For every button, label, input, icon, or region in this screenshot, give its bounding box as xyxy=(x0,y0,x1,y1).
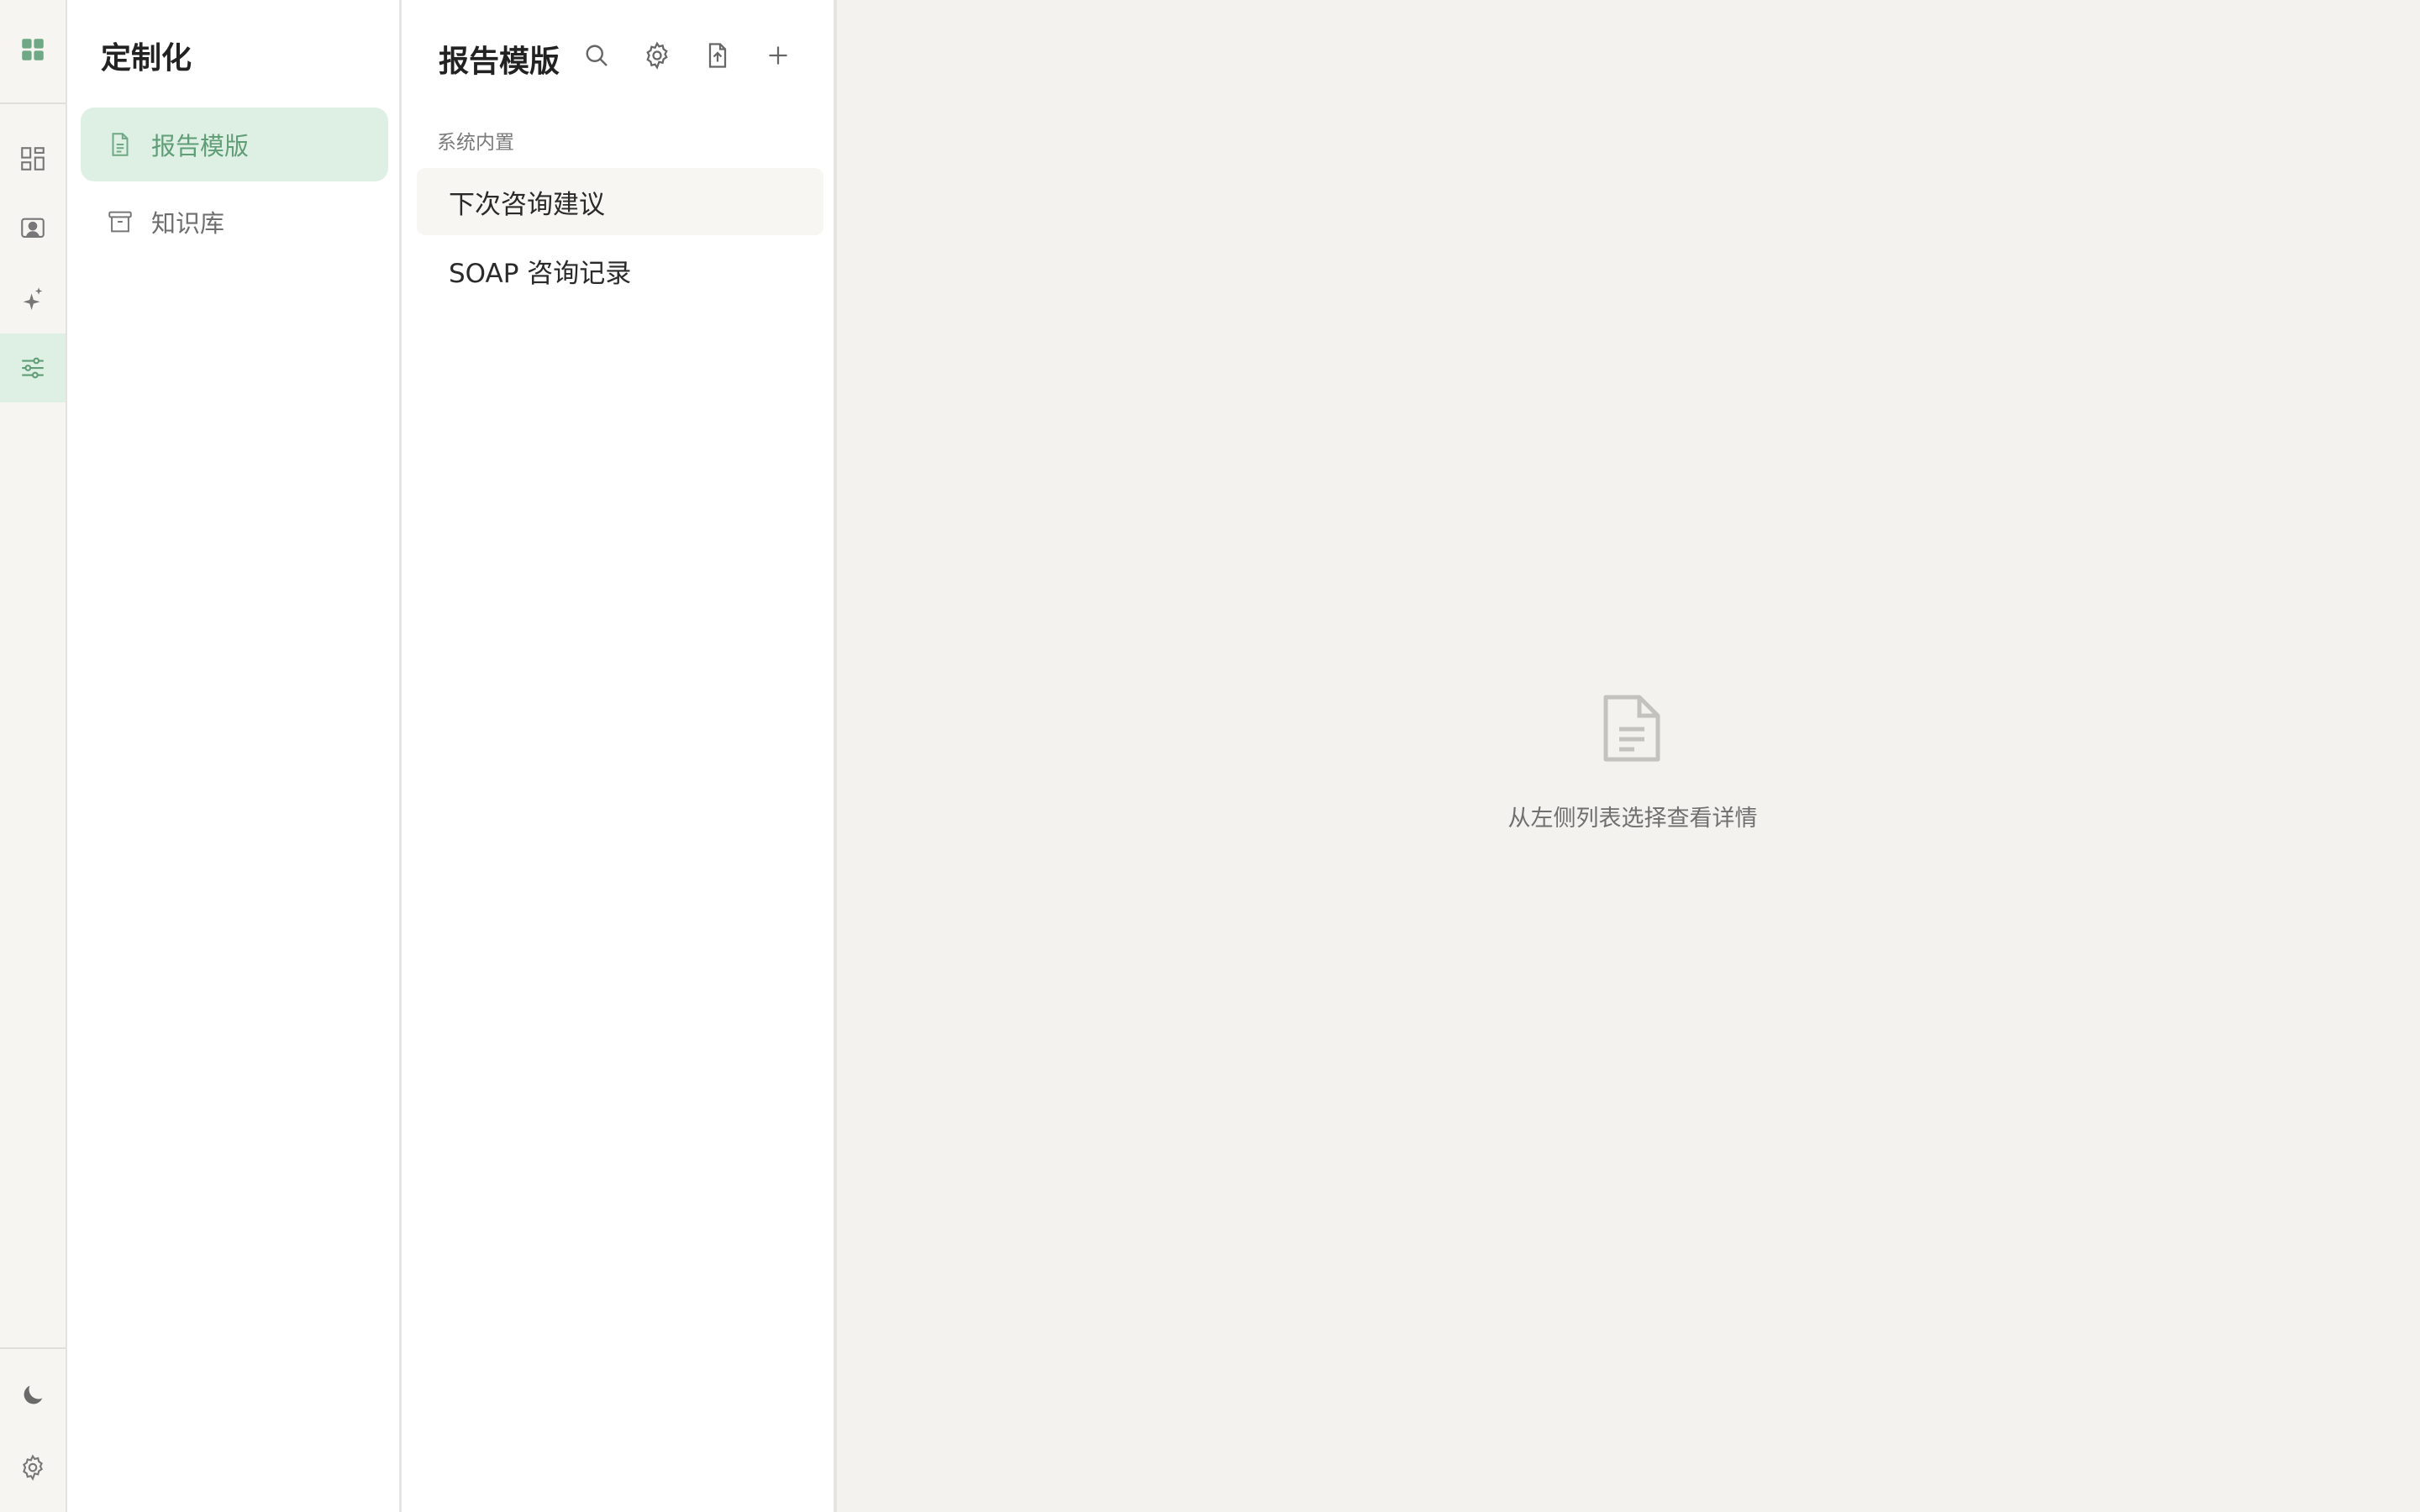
icon-rail xyxy=(0,0,67,1512)
document-icon xyxy=(112,133,129,156)
sidebar-title: 定制化 xyxy=(101,41,192,76)
list-item[interactable]: SOAP 咨询记录 xyxy=(417,237,823,304)
sidebar-item-knowledge-base[interactable]: 知识库 xyxy=(81,185,388,259)
sidebar-item-label: 报告模版 xyxy=(151,132,250,160)
sidebar-item-report-templates[interactable]: 报告模版 xyxy=(81,108,388,181)
sidebar: 定制化 报告模版 知识库 xyxy=(67,0,402,1512)
list-title: 报告模版 xyxy=(439,45,560,79)
gear-icon[interactable] xyxy=(0,1433,66,1502)
sidebar-item-label: 知识库 xyxy=(151,209,225,238)
sparkle-icon[interactable] xyxy=(0,264,66,333)
gear-icon[interactable] xyxy=(640,39,674,72)
search-icon[interactable] xyxy=(580,39,613,72)
dashboard-icon[interactable] xyxy=(0,124,66,193)
detail-pane: 从左侧列表选择查看详情 xyxy=(845,0,2420,1512)
template-list-pane: 报告模版 系统内置 下次咨询建议 SOAP 咨询记录 xyxy=(402,0,837,1512)
apps-grid-icon[interactable] xyxy=(0,15,66,84)
section-label: 系统内置 xyxy=(437,132,514,154)
upload-file-icon[interactable] xyxy=(701,39,734,72)
list-item-label: SOAP 咨询记录 xyxy=(449,258,632,289)
plus-icon[interactable] xyxy=(761,39,795,72)
rail-divider-bottom xyxy=(0,1347,66,1349)
archive-box-icon xyxy=(108,211,132,233)
document-icon xyxy=(1603,695,1660,762)
rail-divider xyxy=(0,102,66,104)
sliders-icon[interactable] xyxy=(0,333,66,402)
list-item-label: 下次咨询建议 xyxy=(449,189,605,220)
moon-icon[interactable] xyxy=(0,1361,66,1430)
empty-state-text: 从左侧列表选择查看详情 xyxy=(1507,806,1758,832)
list-item[interactable]: 下次咨询建议 xyxy=(417,168,823,235)
client-card-icon[interactable] xyxy=(0,194,66,263)
